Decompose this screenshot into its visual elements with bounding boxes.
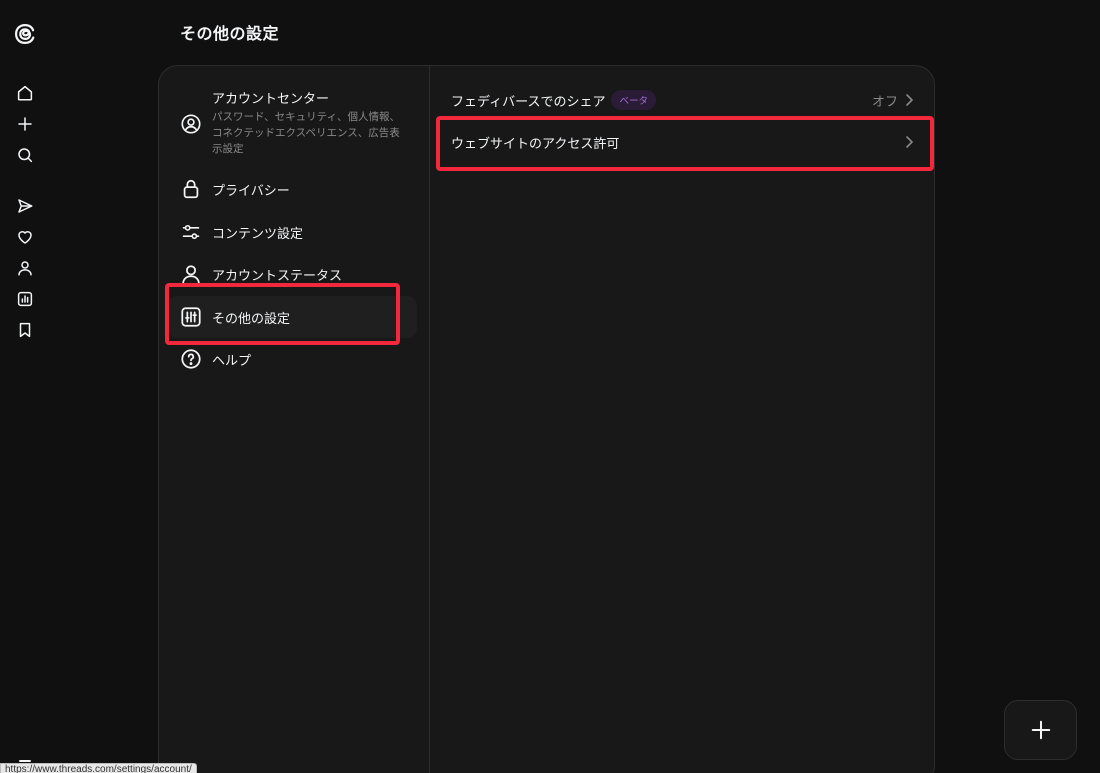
- home-icon[interactable]: [11, 79, 39, 107]
- settings-menu-account-center[interactable]: アカウントセンター パスワード、セキュリティ、個人情報、コネクテッドエクスペリエ…: [167, 88, 419, 157]
- settings-menu-privacy[interactable]: プライバシー: [167, 176, 419, 202]
- row-value: オフ: [871, 94, 898, 110]
- sliders-icon: [180, 221, 202, 243]
- settings-menu-content[interactable]: コンテンツ設定: [167, 219, 419, 245]
- threads-logo-icon[interactable]: [13, 22, 37, 46]
- nav-rail: [0, 0, 50, 773]
- website-permissions-row[interactable]: ウェブサイトのアクセス許可: [451, 126, 914, 158]
- help-circle-icon: [180, 348, 202, 370]
- settings-menu-account-status[interactable]: アカウントステータス: [167, 261, 419, 287]
- settings-card: アカウントセンター パスワード、セキュリティ、個人情報、コネクテッドエクスペリエ…: [158, 65, 935, 773]
- chevron-right-icon: [904, 135, 914, 149]
- plus-icon[interactable]: [11, 110, 39, 138]
- settings-menu-label: ヘルプ: [212, 353, 252, 369]
- send-icon[interactable]: [11, 192, 39, 220]
- settings-menu-label: アカウントステータス: [212, 268, 343, 284]
- person-icon[interactable]: [11, 254, 39, 282]
- bookmark-icon[interactable]: [11, 316, 39, 344]
- settings-sliders-icon: [180, 306, 202, 328]
- column-divider: [429, 66, 430, 773]
- search-icon[interactable]: [11, 141, 39, 169]
- account-circle-icon: [180, 113, 202, 135]
- status-bar-url: https://www.threads.com/settings/account…: [0, 763, 197, 773]
- fediverse-sharing-row[interactable]: フェディバースでのシェア ベータ オフ: [451, 84, 914, 116]
- settings-menu-help[interactable]: ヘルプ: [167, 346, 419, 372]
- settings-menu-sublabel: パスワード、セキュリティ、個人情報、コネクテッドエクスペリエンス、広告表示設定: [212, 111, 400, 155]
- row-label: ウェブサイトのアクセス許可: [451, 136, 620, 152]
- page-title: その他の設定: [180, 24, 280, 43]
- settings-menu-other-settings[interactable]: その他の設定: [167, 296, 417, 338]
- compose-button[interactable]: [1004, 700, 1077, 760]
- heart-icon[interactable]: [11, 223, 39, 251]
- settings-menu-label: プライバシー: [212, 183, 290, 199]
- person-icon: [180, 263, 202, 285]
- settings-menu-label: アカウントセンター: [212, 92, 330, 107]
- lock-icon: [180, 178, 202, 200]
- plus-icon: [1030, 719, 1052, 741]
- row-label: フェディバースでのシェア: [451, 94, 606, 110]
- settings-menu-label: コンテンツ設定: [212, 226, 304, 242]
- beta-badge: ベータ: [611, 90, 656, 110]
- chevron-right-icon: [904, 93, 914, 107]
- settings-menu-label: その他の設定: [212, 311, 291, 327]
- chart-icon[interactable]: [11, 285, 39, 313]
